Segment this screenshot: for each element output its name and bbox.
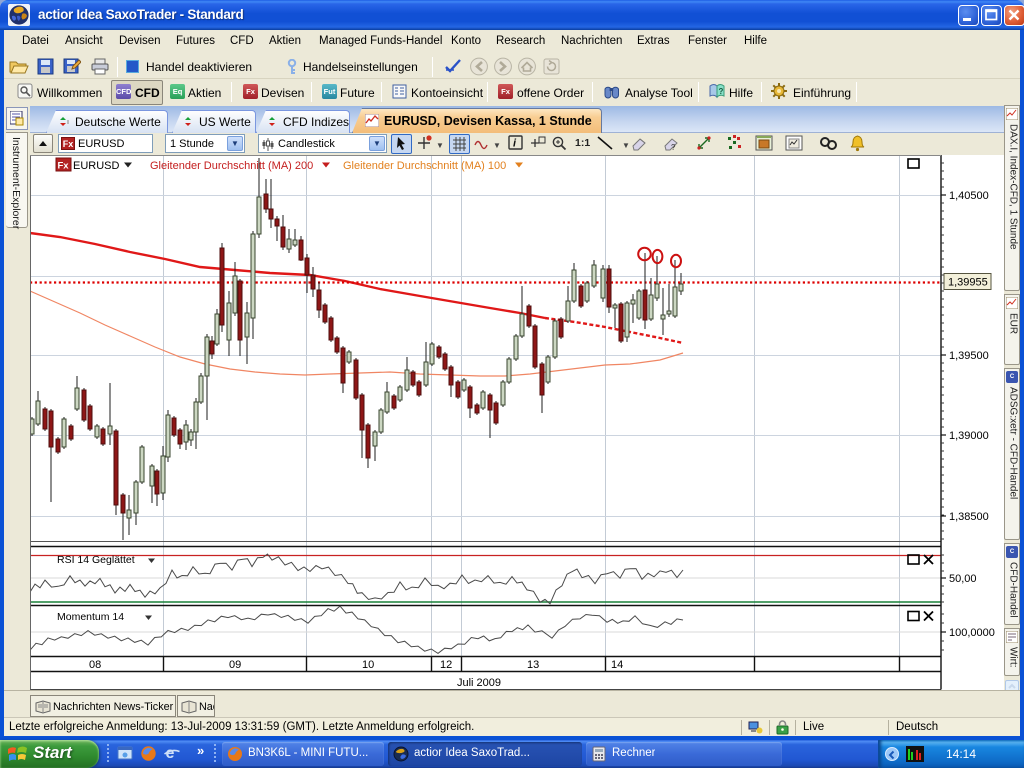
svg-text:1,39955: 1,39955	[948, 277, 988, 289]
svg-text:50,00: 50,00	[949, 573, 977, 585]
svg-text:1,38500: 1,38500	[949, 511, 989, 523]
svg-text:Gleitender Durchschnitt (MA) 1: Gleitender Durchschnitt (MA) 100	[343, 160, 506, 172]
svg-text:Momentum 14: Momentum 14	[57, 611, 124, 623]
svg-text:10: 10	[362, 659, 374, 671]
svg-text:RSI 14 Geglättet: RSI 14 Geglättet	[57, 554, 135, 566]
svg-text:Fx: Fx	[58, 161, 70, 172]
svg-text:100,0000: 100,0000	[949, 627, 995, 639]
svg-text:1,40500: 1,40500	[949, 190, 989, 202]
svg-text:1,39500: 1,39500	[949, 350, 989, 362]
svg-text:13: 13	[527, 659, 539, 671]
svg-text:?: ?	[671, 143, 676, 152]
svg-text:Juli 2009: Juli 2009	[457, 677, 501, 689]
svg-text:EURUSD: EURUSD	[73, 160, 120, 172]
svg-text:09: 09	[229, 659, 241, 671]
svg-text:e: e	[166, 745, 175, 762]
svg-text:08: 08	[89, 659, 101, 671]
svg-text:Gleitender Durchschnitt (MA) 2: Gleitender Durchschnitt (MA) 200	[150, 160, 313, 172]
svg-text:i: i	[513, 138, 517, 150]
svg-text:14: 14	[611, 659, 623, 671]
svg-text:12: 12	[440, 659, 452, 671]
svg-text:?: ?	[719, 87, 724, 96]
svg-text:1,39000: 1,39000	[949, 430, 989, 442]
